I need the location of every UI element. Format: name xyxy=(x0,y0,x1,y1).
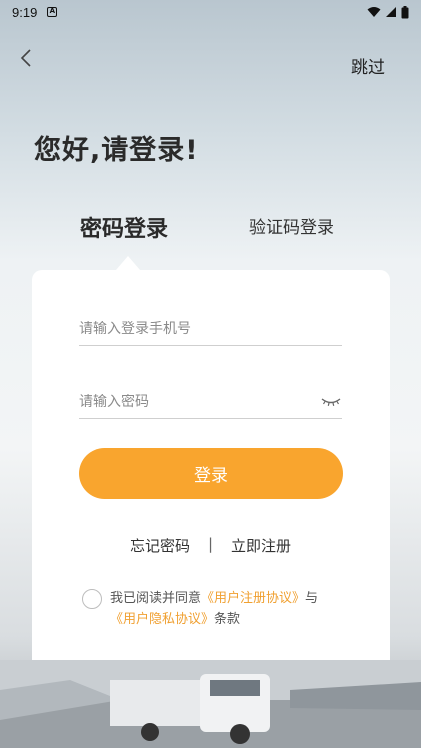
back-button[interactable] xyxy=(16,46,40,70)
agreement-conjunction: 与 xyxy=(305,591,319,606)
privacy-policy-link[interactable]: 《用户隐私协议》 xyxy=(110,612,214,627)
page-title: 您好,请登录! xyxy=(34,135,199,166)
skip-button[interactable]: 跳过 xyxy=(351,53,385,78)
chevron-left-icon xyxy=(20,49,31,67)
tab-password-login[interactable]: 密码登录 xyxy=(80,211,168,243)
battery-icon xyxy=(401,5,409,18)
status-icons xyxy=(367,5,409,19)
app-indicator-icon: A xyxy=(47,7,58,17)
signal-icon xyxy=(386,7,396,17)
wifi-icon xyxy=(367,7,381,17)
link-separator: | xyxy=(208,535,214,553)
phone-input[interactable] xyxy=(79,320,342,337)
password-field xyxy=(79,385,342,419)
phone-field xyxy=(79,312,342,346)
agreement-prefix: 我已阅读并同意 xyxy=(110,591,202,606)
status-time: 9:19 xyxy=(12,4,38,20)
register-link[interactable]: 立即注册 xyxy=(231,535,291,556)
background-truck-image xyxy=(0,660,421,748)
agreement-suffix: 条款 xyxy=(214,612,241,627)
status-bar: 9:19 A xyxy=(0,0,421,24)
user-agreement-link[interactable]: 《用户注册协议》 xyxy=(201,591,305,606)
forgot-password-link[interactable]: 忘记密码 xyxy=(130,535,190,556)
login-button[interactable]: 登录 xyxy=(79,448,343,499)
password-input[interactable] xyxy=(79,393,314,410)
active-tab-indicator xyxy=(116,256,140,270)
agreement-text: 我已阅读并同意《用户注册协议》与《用户隐私协议》条款 xyxy=(110,588,318,630)
agreement-row: 我已阅读并同意《用户注册协议》与《用户隐私协议》条款 xyxy=(82,588,352,630)
tab-code-login[interactable]: 验证码登录 xyxy=(249,213,334,238)
agreement-checkbox[interactable] xyxy=(82,589,102,609)
eye-closed-icon[interactable] xyxy=(320,395,342,409)
